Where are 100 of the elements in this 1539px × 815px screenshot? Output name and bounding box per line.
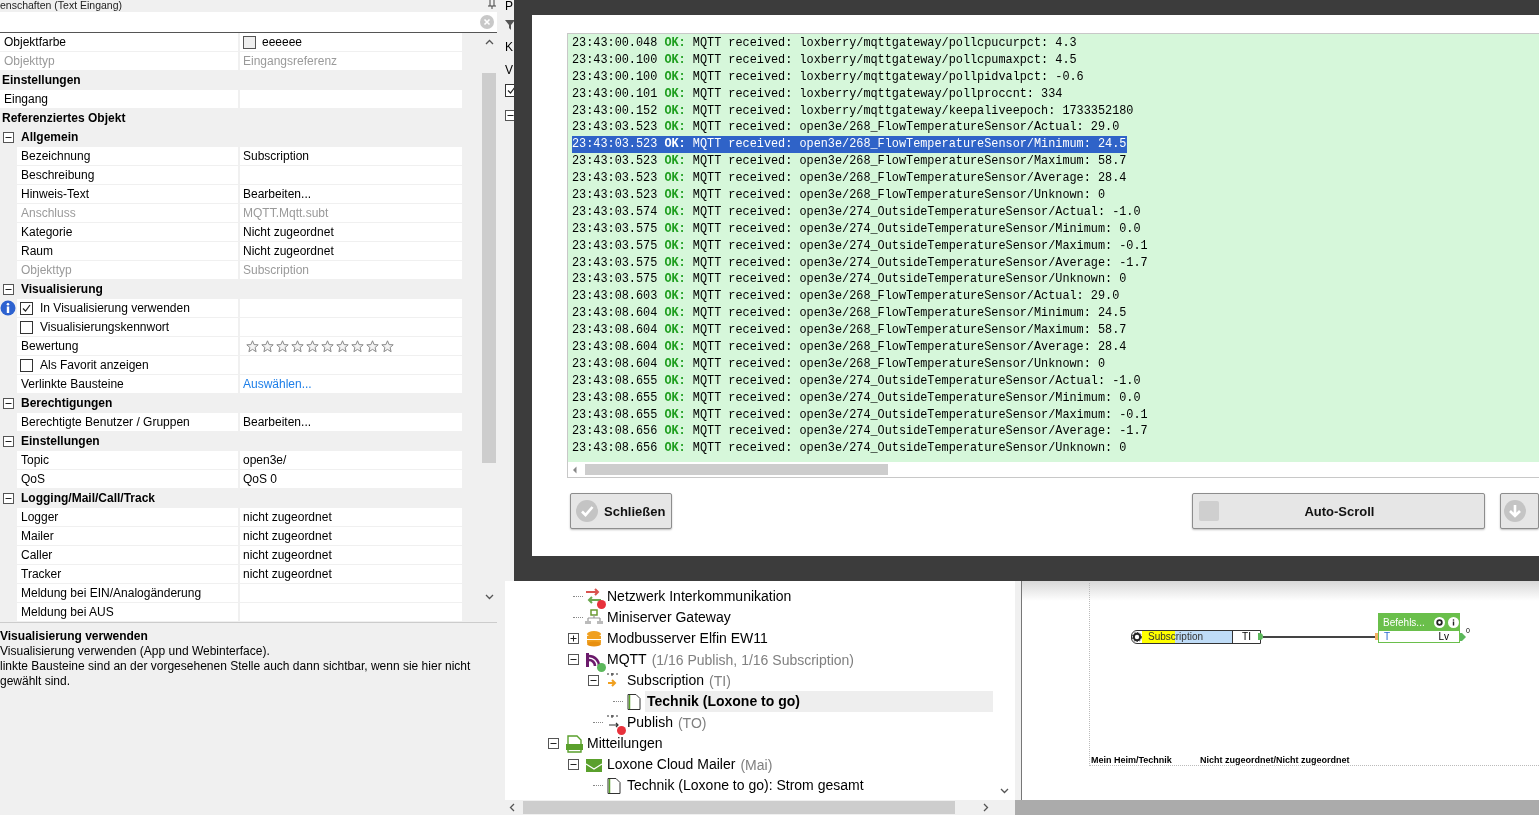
log-line[interactable]: 23:43:00.152 OK: MQTT received: loxberry/mqttgateway/keepaliveepoch: 1733352180 bbox=[572, 102, 1135, 120]
check-circle-icon bbox=[576, 500, 598, 522]
filter-icon[interactable] bbox=[505, 20, 515, 30]
log-line[interactable]: 23:43:03.523 OK: MQTT received: open3e/268_FlowTemperatureSensor/Actual: 29.0 bbox=[572, 119, 1121, 137]
log-status: OK: bbox=[664, 272, 686, 287]
log-icon bbox=[565, 734, 583, 753]
tree-item[interactable]: Publish bbox=[625, 712, 675, 733]
scroll-down-button[interactable] bbox=[1499, 493, 1539, 529]
property-name: Beschreibung bbox=[17, 166, 238, 184]
log-status: OK: bbox=[664, 424, 686, 439]
log-line[interactable]: 23:43:00.048 OK: MQTT received: loxberry/mqttgateway/pollcpucurpct: 4.3 bbox=[572, 35, 1078, 52]
collapse-icon[interactable] bbox=[3, 492, 14, 504]
group-label: Berechtigungen bbox=[21, 396, 113, 410]
collapse-icon[interactable] bbox=[548, 738, 559, 749]
tree-item[interactable]: Modbusserver Elfin EW11 bbox=[605, 628, 770, 649]
log-time: 23:43:03.523 bbox=[572, 120, 658, 135]
log-line[interactable]: 23:43:08.655 OK: MQTT received: open3e/274_OutsideTemperatureSensor/Maximum: -0.1 bbox=[572, 406, 1149, 424]
tree-item[interactable]: Subscription bbox=[625, 670, 707, 691]
tree-item[interactable]: Technik (Loxone to go): Strom gesamt bbox=[625, 775, 866, 796]
caret-left-icon[interactable] bbox=[572, 465, 577, 474]
tab-label[interactable]: V bbox=[505, 64, 513, 76]
output-port[interactable] bbox=[1258, 633, 1263, 640]
collapse-icon[interactable] bbox=[3, 435, 14, 447]
log-line[interactable]: 23:43:03.575 OK: MQTT received: open3e/274_OutsideTemperatureSensor/Minimum: 0.0 bbox=[572, 220, 1142, 238]
category-label: Referenziertes Objekt bbox=[1, 111, 126, 125]
log-line[interactable]: 23:43:08.656 OK: MQTT received: open3e/274_OutsideTemperatureSensor/Average: -1.7 bbox=[572, 423, 1149, 441]
tree-item[interactable]: MQTT bbox=[605, 649, 649, 670]
scrollbar-thumb[interactable] bbox=[585, 464, 888, 475]
log-line[interactable]: 23:43:08.655 OK: MQTT received: open3e/274_OutsideTemperatureSensor/Minimum: 0.0 bbox=[572, 389, 1142, 407]
collapse-icon[interactable] bbox=[568, 654, 579, 665]
tree-item[interactable]: Miniserver Gateway bbox=[605, 607, 733, 628]
group-label: Visualisierung bbox=[21, 282, 103, 296]
log-time: 23:43:03.575 bbox=[572, 255, 658, 270]
caret-up-icon[interactable] bbox=[484, 39, 494, 45]
caret-down-icon[interactable] bbox=[999, 788, 1009, 794]
log-time: 23:43:03.523 bbox=[572, 188, 658, 202]
star-rating[interactable] bbox=[246, 339, 394, 353]
log-line[interactable]: 23:43:08.655 OK: MQTT received: open3e/274_OutsideTemperatureSensor/Actual: -1.0 bbox=[572, 372, 1142, 390]
auto-scroll-button[interactable]: Auto-Scroll bbox=[1192, 493, 1485, 529]
log-line[interactable]: 23:43:03.574 OK: MQTT received: open3e/274_OutsideTemperatureSensor/Actual: -1.0 bbox=[572, 203, 1142, 221]
log-status: OK: bbox=[664, 103, 686, 118]
item-note: (Mai) bbox=[740, 756, 773, 773]
log-line[interactable]: 23:43:08.604 OK: MQTT received: open3e/268_FlowTemperatureSensor/Unknown: 0 bbox=[572, 355, 1107, 373]
log-line[interactable]: 23:43:03.523 OK: MQTT received: open3e/268_FlowTemperatureSensor/Unknown: 0 bbox=[572, 187, 1107, 204]
log-time: 23:43:08.604 bbox=[572, 306, 658, 321]
property-name: Objekttyp bbox=[0, 52, 238, 70]
log-line[interactable]: 23:43:00.100 OK: MQTT received: loxberry/mqttgateway/pollcpumaxpct: 4.5 bbox=[572, 51, 1078, 69]
log-line[interactable]: 23:43:08.603 OK: MQTT received: open3e/268_FlowTemperatureSensor/Actual: 29.0 bbox=[572, 288, 1121, 306]
log-line[interactable]: 23:43:03.523 OK: MQTT received: open3e/268_FlowTemperatureSensor/Average: 28.4 bbox=[572, 170, 1128, 187]
log-status: OK: bbox=[664, 188, 686, 202]
log-message: MQTT received: open3e/274_OutsideTemperatureSensor/Actual: -1.0 bbox=[692, 373, 1141, 388]
log-line[interactable]: 23:43:03.575 OK: MQTT received: open3e/274_OutsideTemperatureSensor/Maximum: -0.1 bbox=[572, 237, 1149, 255]
log-line[interactable]: 23:43:03.575 OK: MQTT received: open3e/274_OutsideTemperatureSensor/Average: -1.7 bbox=[572, 254, 1149, 272]
log-message: MQTT received: open3e/274_OutsideTemperatureSensor/Average: -1.7 bbox=[692, 424, 1148, 439]
collapse-icon[interactable] bbox=[588, 675, 599, 686]
log-message: MQTT received: open3e/268_FlowTemperatureSensor/Actual: 29.0 bbox=[692, 120, 1120, 135]
tree-item[interactable]: Technik (Loxone to go) bbox=[645, 691, 993, 712]
close-button[interactable]: Schließen bbox=[570, 493, 673, 529]
checkbox[interactable] bbox=[20, 358, 33, 372]
function-block[interactable]: Befehls... T Lv bbox=[1378, 613, 1460, 643]
pin-icon bbox=[487, 0, 497, 9]
checkbox[interactable] bbox=[20, 301, 33, 315]
log-line[interactable]: 23:43:03.575 OK: MQTT received: open3e/274_OutsideTemperatureSensor/Unknown: 0 bbox=[572, 271, 1128, 289]
log-status: OK: bbox=[664, 86, 686, 101]
property-name: Raum bbox=[17, 242, 238, 260]
property-name: Als Favorit anzeigen bbox=[40, 358, 149, 372]
log-line[interactable]: 23:43:08.604 OK: MQTT received: open3e/268_FlowTemperatureSensor/Average: 28.4 bbox=[572, 339, 1128, 356]
log-line[interactable]: 23:43:08.656 OK: MQTT received: open3e/274_OutsideTemperatureSensor/Unknown: 0 bbox=[572, 440, 1128, 458]
collapse-icon[interactable] bbox=[3, 131, 14, 143]
log-line[interactable]: 23:43:08.604 OK: MQTT received: open3e/268_FlowTemperatureSensor/Minimum: 24.5 bbox=[572, 305, 1128, 323]
log-line[interactable]: 23:43:00.100 OK: MQTT received: loxberry/mqttgateway/pollpidvalpct: -0.6 bbox=[572, 68, 1085, 86]
scrollbar-thumb[interactable] bbox=[523, 801, 955, 814]
link[interactable]: Auswählen... bbox=[243, 377, 312, 391]
log-line[interactable]: 23:43:00.101 OK: MQTT received: loxberry/mqttgateway/pollproccnt: 334 bbox=[572, 85, 1064, 103]
caret-left-icon[interactable] bbox=[509, 803, 515, 812]
search-field[interactable] bbox=[0, 12, 497, 33]
property-name: Bezeichnung bbox=[17, 147, 238, 165]
collapse-icon[interactable] bbox=[3, 283, 14, 295]
description-title: Visualisierung verwenden bbox=[0, 628, 149, 644]
tree-item[interactable]: Loxone Cloud Mailer bbox=[605, 754, 738, 775]
scrollbar-thumb[interactable] bbox=[482, 73, 496, 463]
checkbox[interactable] bbox=[20, 320, 33, 334]
tree-item[interactable]: Netzwerk Interkommunikation bbox=[605, 586, 794, 607]
footer-label: Mein Heim/Technik bbox=[1091, 755, 1172, 765]
caret-right-icon[interactable] bbox=[983, 803, 989, 812]
log-line[interactable]: 23:43:08.604 OK: MQTT received: open3e/268_FlowTemperatureSensor/Maximum: 58.7 bbox=[572, 322, 1128, 340]
tab-label[interactable]: P bbox=[505, 0, 513, 12]
description-text: linkte Bausteine sind an der vorgesehenen Stelle auch dann sichtbar, wenn sie hier nicht gewählt sind. bbox=[0, 659, 472, 689]
expand-icon[interactable] bbox=[568, 633, 579, 644]
color-swatch[interactable] bbox=[243, 35, 256, 49]
tree-item[interactable]: Mitteilungen bbox=[585, 733, 665, 754]
collapse-icon[interactable] bbox=[568, 759, 579, 770]
block-title: Befehls... bbox=[1383, 617, 1425, 628]
tab-label[interactable]: K bbox=[505, 41, 513, 53]
property-name: Objektfarbe bbox=[0, 33, 238, 51]
collapse-icon[interactable] bbox=[3, 397, 14, 409]
log-message: MQTT received: loxberry/mqttgateway/pollpidvalpct: -0.6 bbox=[692, 69, 1084, 84]
log-message: MQTT received: open3e/274_OutsideTemperatureSensor/Unknown: 0 bbox=[692, 272, 1127, 287]
log-line[interactable]: 23:43:03.523 OK: MQTT received: open3e/268_FlowTemperatureSensor/Maximum: 58.7 bbox=[572, 153, 1128, 171]
caret-down-icon[interactable] bbox=[484, 594, 494, 600]
